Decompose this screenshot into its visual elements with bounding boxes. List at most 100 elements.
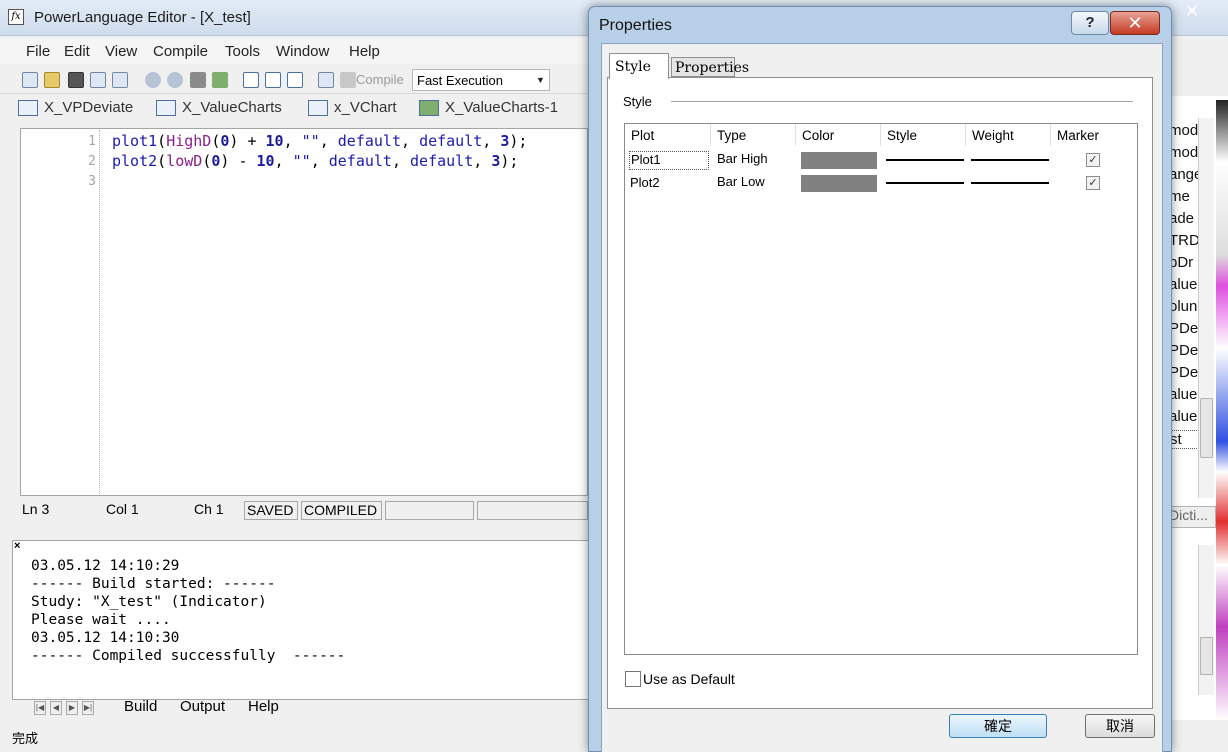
redo-icon[interactable] xyxy=(167,72,183,88)
list-item[interactable]: ade xyxy=(1169,210,1201,227)
plot-name-cell[interactable]: Plot2 xyxy=(630,175,660,190)
app-icon: fx xyxy=(8,9,24,25)
marker-checkbox[interactable]: ✓ xyxy=(1086,153,1100,167)
list-item[interactable]: me xyxy=(1169,188,1201,205)
list-item[interactable]: PDe xyxy=(1169,364,1201,381)
tile-horizontal-icon[interactable] xyxy=(265,72,281,88)
function-icon xyxy=(308,100,328,116)
chart-icon xyxy=(419,100,439,116)
menu-help[interactable]: Help xyxy=(349,43,380,60)
tab-label: X_ValueCharts-1 xyxy=(445,99,559,116)
print-icon[interactable] xyxy=(90,72,106,88)
line-weight-sample[interactable] xyxy=(971,182,1049,184)
line-weight-sample[interactable] xyxy=(971,159,1049,161)
editor-close-icon[interactable]: ✕ xyxy=(1170,0,1214,22)
open-folder-icon[interactable] xyxy=(44,72,60,88)
plot-name-cell[interactable]: Plot1 xyxy=(629,151,709,170)
line-style-sample[interactable] xyxy=(886,182,964,184)
tab-x-valuecharts-1[interactable]: X_ValueCharts-1 xyxy=(415,99,558,119)
help-button[interactable]: ? xyxy=(1071,11,1109,35)
list-item[interactable]: alue xyxy=(1169,408,1201,425)
compile-button: Compile xyxy=(356,72,404,87)
column-header-color[interactable]: Color xyxy=(796,124,881,146)
verify-icon[interactable] xyxy=(318,72,334,88)
compile-icon xyxy=(340,72,356,88)
column-header-type[interactable]: Type xyxy=(711,124,796,146)
menu-file[interactable]: File xyxy=(26,43,50,60)
dialog-title: Properties xyxy=(599,17,672,34)
output-close-icon[interactable]: × xyxy=(14,540,20,552)
replace-icon[interactable] xyxy=(212,72,228,88)
code-editor[interactable] xyxy=(20,128,588,496)
dropdown-arrow-icon[interactable]: ▼ xyxy=(536,75,545,85)
list-item[interactable]: ange xyxy=(1169,166,1201,183)
cancel-button[interactable]: 取消 xyxy=(1085,714,1155,738)
output-line: 03.05.12 14:10:30 xyxy=(31,630,180,646)
scrollbar-thumb[interactable] xyxy=(1200,637,1213,675)
tab-dictionary[interactable]: Dicti... xyxy=(1166,506,1216,528)
menu-compile[interactable]: Compile xyxy=(153,43,208,60)
tab-x-valuecharts[interactable]: X_ValueCharts xyxy=(152,99,282,119)
list-item[interactable]: mod xyxy=(1169,122,1201,139)
ok-button[interactable]: 確定 xyxy=(949,714,1047,738)
cascade-windows-icon[interactable] xyxy=(243,72,259,88)
new-file-icon[interactable] xyxy=(22,72,38,88)
find-icon[interactable] xyxy=(190,72,206,88)
use-as-default-checkbox[interactable] xyxy=(625,671,641,687)
output-line: ------ Build started: ------ xyxy=(31,576,276,592)
list-item[interactable]: alue xyxy=(1169,386,1201,403)
use-as-default-label[interactable]: Use as Default xyxy=(643,671,735,687)
list-item[interactable]: mod xyxy=(1169,144,1201,161)
plot-type-cell[interactable]: Bar Low xyxy=(717,174,765,189)
properties-dialog: Properties ? ✕ Style Properties Style Pl… xyxy=(588,6,1172,752)
menu-edit[interactable]: Edit xyxy=(64,43,90,60)
list-item[interactable]: pDr xyxy=(1169,254,1201,271)
plot-style-grid xyxy=(624,123,1138,655)
close-button[interactable]: ✕ xyxy=(1110,11,1160,35)
list-item[interactable]: PDe xyxy=(1169,320,1201,337)
status-saved: SAVED xyxy=(244,501,298,520)
tab-label: X_ValueCharts xyxy=(182,99,282,116)
tab-x-vpdeviate[interactable]: X_VPDeviate xyxy=(14,99,133,119)
editor-status-bar: Ln 3 Col 1 Ch 1 SAVED COMPILED xyxy=(20,500,588,522)
last-tab-icon[interactable]: ▶| xyxy=(82,701,94,715)
marker-checkbox[interactable]: ✓ xyxy=(1086,176,1100,190)
code-line-1[interactable]: plot1(HighD(0) + 10, "", default, defaul… xyxy=(112,132,527,150)
import-icon[interactable] xyxy=(112,72,128,88)
menu-window[interactable]: Window xyxy=(276,43,329,60)
tab-build[interactable]: Build xyxy=(124,698,157,715)
prev-tab-icon[interactable]: ◀ xyxy=(50,701,62,715)
list-item-selected[interactable]: st xyxy=(1169,430,1201,449)
column-header-marker[interactable]: Marker xyxy=(1051,124,1137,146)
tab-style[interactable]: Style xyxy=(609,53,669,79)
status-ch: Ch 1 xyxy=(194,501,224,517)
line-number: 2 xyxy=(88,154,96,169)
code-line-2[interactable]: plot2(lowD(0) - 10, "", default, default… xyxy=(112,152,518,170)
scrollbar-thumb[interactable] xyxy=(1200,398,1213,458)
tile-vertical-icon[interactable] xyxy=(287,72,303,88)
save-icon[interactable] xyxy=(68,72,84,88)
column-header-plot[interactable]: Plot xyxy=(625,124,711,146)
list-item[interactable]: PDe xyxy=(1169,342,1201,359)
group-label: Style xyxy=(623,94,660,109)
color-swatch[interactable] xyxy=(801,152,877,169)
status-col: Col 1 xyxy=(106,501,139,517)
tab-output[interactable]: Output xyxy=(180,698,225,715)
menu-view[interactable]: View xyxy=(105,43,137,60)
menu-tools[interactable]: Tools xyxy=(225,43,260,60)
column-header-weight[interactable]: Weight xyxy=(966,124,1051,146)
line-style-sample[interactable] xyxy=(886,159,964,161)
list-item[interactable]: olun xyxy=(1169,298,1201,315)
list-item[interactable]: TRD xyxy=(1169,232,1201,249)
tab-help[interactable]: Help xyxy=(248,698,279,715)
first-tab-icon[interactable]: |◀ xyxy=(34,701,46,715)
tab-x-vchart[interactable]: x_VChart xyxy=(304,99,397,119)
execution-mode-select[interactable]: Fast Execution xyxy=(412,69,550,91)
column-header-style[interactable]: Style xyxy=(881,124,966,146)
tab-properties[interactable]: Properties xyxy=(671,57,749,77)
list-item[interactable]: alue xyxy=(1169,276,1201,293)
next-tab-icon[interactable]: ▶ xyxy=(66,701,78,715)
color-swatch[interactable] xyxy=(801,175,877,192)
plot-type-cell[interactable]: Bar High xyxy=(717,151,768,166)
undo-icon[interactable] xyxy=(145,72,161,88)
